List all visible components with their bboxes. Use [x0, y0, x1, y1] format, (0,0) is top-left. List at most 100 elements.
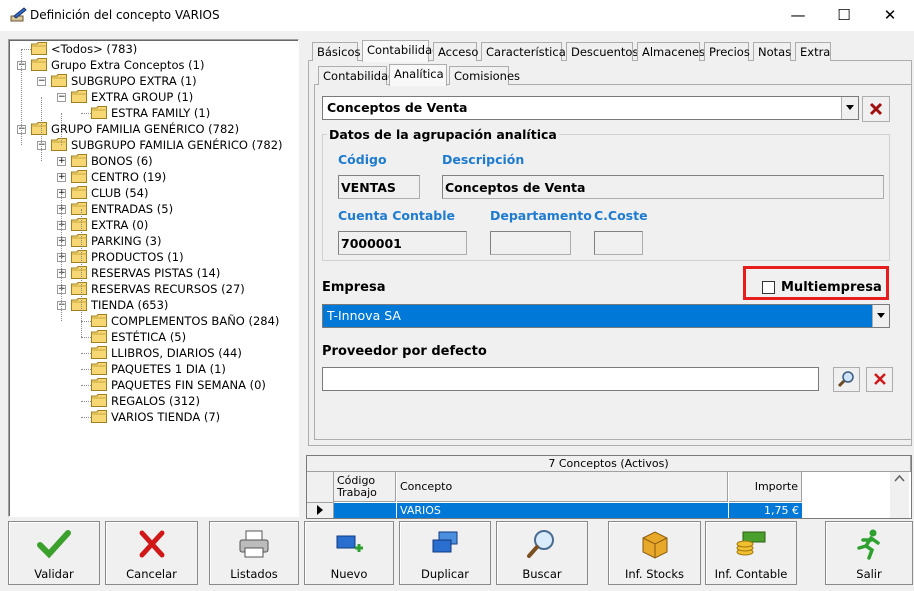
box-icon [637, 528, 673, 560]
folder-icon [91, 378, 107, 391]
tab-descuentos[interactable]: Descuentos [566, 42, 638, 61]
proveedor-field[interactable] [322, 367, 819, 391]
inf-contable-label: Inf. Contable [714, 567, 788, 581]
row-indicator [307, 503, 334, 518]
salir-label: Salir [856, 567, 882, 581]
delete-icon [869, 102, 883, 116]
col-importe[interactable]: Importe [729, 472, 802, 502]
search-proveedor-button[interactable] [833, 367, 860, 392]
tab-almacenes[interactable]: Almacenes [637, 42, 705, 61]
subtab-contabilidad[interactable]: Contabilidad [318, 66, 395, 85]
tree-connector [81, 113, 91, 114]
delete-icon [873, 373, 886, 385]
scroll-up-icon[interactable] [890, 472, 909, 486]
salir-button[interactable]: Salir [825, 521, 913, 585]
minimize-button[interactable]: — [775, 0, 821, 31]
tab-acceso[interactable]: Acceso [433, 42, 478, 61]
folder-icon [91, 410, 107, 423]
app-pen-icon [10, 7, 27, 22]
col-codigo-trabajo[interactable]: Código Trabajo [334, 472, 396, 502]
search-icon [837, 371, 854, 388]
inf-stocks-button[interactable]: Inf. Stocks [608, 521, 701, 585]
tab-básicos[interactable]: Básicos [312, 42, 360, 61]
buscar-button[interactable]: Buscar [496, 521, 588, 585]
inf-contable-button[interactable]: Inf. Contable [705, 521, 797, 585]
clear-agrupacion-button[interactable] [862, 96, 890, 122]
col-concepto[interactable]: Concepto [397, 472, 728, 502]
tree-item-label: COMPLEMENTOS BAÑO (284) [111, 314, 280, 328]
agrupacion-select[interactable]: Conceptos de Venta [322, 96, 859, 120]
tree-item-label: PAQUETES FIN SEMANA (0) [111, 378, 266, 392]
tree-connector [81, 353, 91, 354]
category-tree[interactable]: <Todos> (783) − Grupo Extra Conceptos (1) −… [8, 39, 299, 517]
empresa-value: T-Innova SA [327, 308, 401, 323]
collapse-icon[interactable]: − [57, 93, 66, 102]
duplicar-button[interactable]: Duplicar [399, 521, 491, 585]
splitter[interactable] [300, 39, 305, 515]
tree-item-label: RESERVAS PISTAS (14) [91, 266, 221, 280]
multiempresa-label: Multiempresa [781, 280, 882, 295]
folder-icon [31, 122, 47, 135]
empresa-select[interactable]: T-Innova SA [322, 304, 890, 328]
cancelar-label: Cancelar [126, 567, 177, 581]
descripcion-field[interactable]: Conceptos de Venta [442, 175, 884, 199]
chevron-down-icon[interactable] [872, 305, 889, 327]
tab-notas[interactable]: Notas [753, 42, 791, 61]
nuevo-button[interactable]: Nuevo [304, 521, 394, 585]
tree-guide-line [81, 209, 82, 337]
departamento-field[interactable] [490, 231, 571, 255]
folder-icon [71, 154, 87, 167]
tree-item-label: ENTRADAS (5) [91, 202, 174, 216]
folder-icon [71, 218, 87, 231]
close-button[interactable]: ✕ [867, 0, 913, 31]
tree-item-label: PAQUETES 1 DIA (1) [111, 362, 226, 376]
agrupacion-group-title: Datos de la agrupación analítica [327, 127, 559, 142]
tree-item-label: PARKING (3) [91, 234, 162, 248]
cuenta-contable-field[interactable]: 7000001 [338, 231, 467, 255]
chevron-down-icon[interactable] [841, 97, 858, 119]
expand-icon[interactable]: + [57, 157, 66, 166]
validar-button[interactable]: Validar [8, 521, 100, 585]
maximize-button[interactable]: ☐ [821, 0, 867, 31]
tree-item-label: BONOS (6) [91, 154, 153, 168]
row-pointer-icon [317, 505, 323, 515]
tab-precios[interactable]: Precios [704, 42, 750, 61]
proveedor-label: Proveedor por defecto [322, 344, 487, 359]
collapse-icon[interactable]: − [37, 77, 46, 86]
descripcion-label: Descripción [442, 152, 525, 167]
agrupacion-value: Conceptos de Venta [327, 100, 468, 115]
row-codigo[interactable] [334, 503, 396, 518]
ccoste-field[interactable] [594, 231, 643, 255]
folder-icon [31, 58, 47, 71]
folder-icon [51, 74, 67, 87]
tree-item-label: SUBGRUPO EXTRA (1) [71, 74, 197, 88]
tab-contabilidad[interactable]: Contabilidad [362, 40, 439, 62]
folder-icon [91, 346, 107, 359]
cancelar-button[interactable]: Cancelar [105, 521, 198, 585]
window-title: Definición del concepto VARIOS [30, 8, 220, 22]
codigo-field[interactable]: VENTAS [338, 175, 420, 199]
subtab-analítica[interactable]: Analítica [389, 64, 447, 86]
folder-icon [51, 138, 67, 151]
subtab-comisiones[interactable]: Comisiones [449, 66, 520, 85]
tree-connector [81, 401, 91, 402]
tree-item-label: GRUPO FAMILIA GENÉRICO (782) [51, 122, 240, 136]
folder-icon [71, 250, 87, 263]
tree-item-label: CENTRO (19) [91, 170, 167, 184]
codigo-label: Código [338, 152, 387, 167]
row-importe[interactable]: 1,75 € [729, 503, 802, 518]
conceptos-grid[interactable]: 7 Conceptos (Activos) Código Trabajo Con… [306, 455, 912, 519]
tab-extra[interactable]: Extra [795, 42, 831, 61]
clear-proveedor-button[interactable] [866, 367, 893, 392]
multiempresa-checkbox[interactable] [762, 281, 775, 294]
new-icon [331, 528, 367, 560]
expand-icon[interactable]: + [57, 173, 66, 182]
grid-scrollbar[interactable] [890, 472, 909, 518]
folder-icon [31, 42, 47, 55]
tab-características[interactable]: Características [481, 42, 572, 61]
nuevo-label: Nuevo [330, 567, 368, 581]
tree-item-label: ESTRA FAMILY (1) [111, 106, 211, 120]
tree-connector [81, 369, 91, 370]
row-concepto[interactable]: VARIOS [397, 503, 728, 518]
listados-button[interactable]: Listados [209, 521, 299, 585]
